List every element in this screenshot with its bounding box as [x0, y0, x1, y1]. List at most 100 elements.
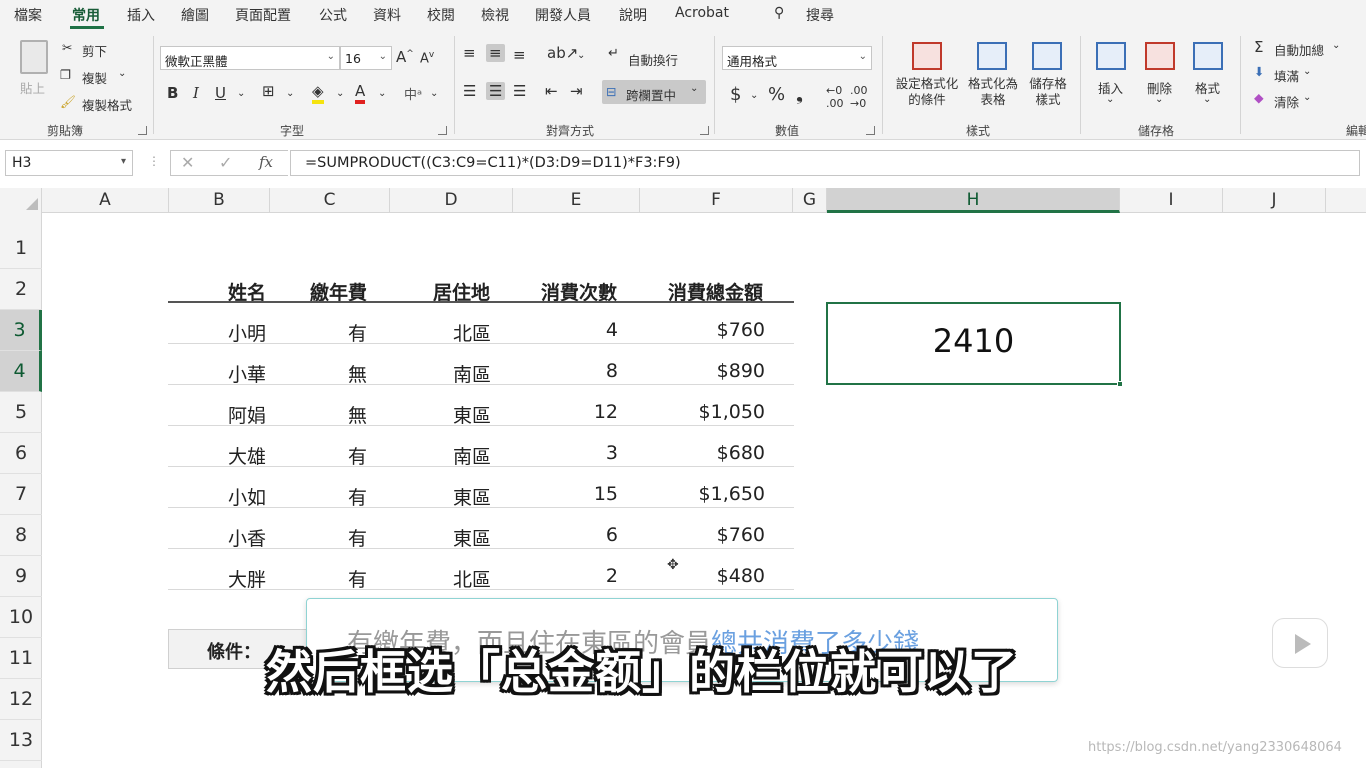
confirm-icon[interactable]: ✓: [219, 153, 232, 172]
cell-count[interactable]: 6: [560, 524, 618, 546]
percent-icon[interactable]: %: [768, 84, 785, 105]
increase-indent-icon[interactable]: ⇥: [570, 82, 583, 100]
currency-dropdown-icon[interactable]: ⌄: [750, 90, 758, 101]
tab-draw[interactable]: 繪圖: [181, 5, 209, 25]
cell-fee[interactable]: 有: [348, 565, 367, 592]
format-cells-icon[interactable]: [1193, 42, 1223, 70]
orientation-icon[interactable]: ab↗: [547, 44, 578, 62]
paste-button[interactable]: 貼上: [20, 78, 45, 97]
copy-button[interactable]: 複製: [82, 68, 107, 87]
copy-icon[interactable]: ❐: [60, 67, 71, 82]
fill-button[interactable]: 填滿: [1274, 66, 1299, 85]
underline-dropdown-icon[interactable]: ⌄: [237, 88, 245, 99]
cell-count[interactable]: 12: [560, 401, 618, 423]
cell-fee[interactable]: 有: [348, 483, 367, 510]
cell-count[interactable]: 2: [560, 565, 618, 587]
clipboard-launcher-icon[interactable]: [138, 126, 147, 135]
number-launcher-icon[interactable]: [866, 126, 875, 135]
font-color-dropdown-icon[interactable]: ⌄: [378, 88, 386, 99]
conditional-formatting-button[interactable]: 設定格式化的條件: [892, 76, 962, 108]
cell-amount[interactable]: $680: [665, 442, 765, 464]
cell-name[interactable]: 大胖: [228, 565, 266, 592]
row-header-1[interactable]: 1: [0, 228, 42, 269]
tab-insert[interactable]: 插入: [127, 5, 155, 25]
tab-acrobat[interactable]: Acrobat: [675, 5, 729, 21]
format-painter-icon[interactable]: 🖌: [60, 94, 76, 110]
column-header-b[interactable]: B: [169, 188, 270, 213]
video-play-button[interactable]: [1272, 618, 1328, 668]
font-color-icon[interactable]: A: [355, 82, 366, 104]
row-header-8[interactable]: 8: [0, 515, 42, 556]
row-header-6[interactable]: 6: [0, 433, 42, 474]
cell-amount[interactable]: $760: [665, 319, 765, 341]
phonetic-dropdown-icon[interactable]: ⌄: [430, 88, 438, 99]
tab-home[interactable]: 常用: [72, 5, 100, 25]
column-header-i[interactable]: I: [1120, 188, 1223, 213]
bold-button[interactable]: B: [167, 84, 178, 102]
cell-name[interactable]: 小香: [228, 524, 266, 551]
scissors-icon[interactable]: ✂: [62, 40, 72, 55]
alignment-launcher-icon[interactable]: [700, 126, 709, 135]
increase-decimal-icon[interactable]: ←0.00: [826, 84, 844, 110]
align-top-icon[interactable]: ≡: [463, 44, 476, 62]
row-header-3[interactable]: 3: [0, 310, 42, 351]
row-header-7[interactable]: 7: [0, 474, 42, 515]
eraser-icon[interactable]: ◆: [1254, 90, 1264, 105]
cell-count[interactable]: 15: [560, 483, 618, 505]
font-launcher-icon[interactable]: [438, 126, 447, 135]
cell-name[interactable]: 小如: [228, 483, 266, 510]
clear-dropdown-icon[interactable]: ⌄: [1303, 92, 1311, 103]
cell-count[interactable]: 3: [560, 442, 618, 464]
name-box[interactable]: H3 ▾: [5, 150, 133, 176]
fill-handle[interactable]: [1117, 381, 1123, 387]
column-header-e[interactable]: E: [513, 188, 640, 213]
tab-help[interactable]: 說明: [619, 5, 647, 25]
decrease-font-icon[interactable]: Av: [420, 50, 434, 66]
cell-name[interactable]: 大雄: [228, 442, 266, 469]
cell-area[interactable]: 東區: [453, 524, 491, 551]
insert-function-icon[interactable]: fx: [259, 153, 273, 171]
tab-review[interactable]: 校閱: [427, 5, 455, 25]
align-middle-icon[interactable]: ≡: [486, 44, 505, 62]
cell-name[interactable]: 小華: [228, 360, 266, 387]
decrease-indent-icon[interactable]: ⇤: [545, 82, 558, 100]
column-header-g[interactable]: G: [793, 188, 827, 213]
formula-input[interactable]: =SUMPRODUCT((C3:C9=C11)*(D3:D9=D11)*F3:F…: [290, 150, 1360, 176]
insert-cells-icon[interactable]: [1096, 42, 1126, 70]
merge-center-button[interactable]: ⊟ 跨欄置中 ⌄: [602, 80, 706, 104]
tab-page-layout[interactable]: 頁面配置: [235, 5, 291, 25]
cell-fee[interactable]: 無: [348, 360, 367, 387]
insert-dropdown-icon[interactable]: ⌄: [1106, 94, 1114, 105]
conditional-formatting-icon[interactable]: [912, 42, 942, 70]
format-painter-button[interactable]: 複製格式: [82, 95, 132, 114]
column-header-f[interactable]: F: [640, 188, 793, 213]
row-header-12[interactable]: 12: [0, 679, 42, 720]
cell-area[interactable]: 北區: [453, 319, 491, 346]
row-header-5[interactable]: 5: [0, 392, 42, 433]
cell-count[interactable]: 8: [560, 360, 618, 382]
clear-button[interactable]: 清除: [1274, 92, 1299, 111]
currency-icon[interactable]: $: [730, 84, 741, 105]
cell-fee[interactable]: 有: [348, 319, 367, 346]
cell-fee[interactable]: 有: [348, 442, 367, 469]
autosum-button[interactable]: 自動加總: [1274, 40, 1324, 59]
cell-fee[interactable]: 有: [348, 524, 367, 551]
tab-view[interactable]: 檢視: [481, 5, 509, 25]
tab-search[interactable]: 搜尋: [806, 5, 834, 25]
cell-area[interactable]: 北區: [453, 565, 491, 592]
align-left-icon[interactable]: ☰: [463, 82, 476, 100]
fill-dropdown-icon[interactable]: ⌄: [1303, 66, 1311, 77]
cell-amount[interactable]: $760: [665, 524, 765, 546]
fill-color-dropdown-icon[interactable]: ⌄: [336, 88, 344, 99]
cell-amount[interactable]: $890: [665, 360, 765, 382]
font-size-select[interactable]: 16 ⌄: [340, 46, 392, 70]
tab-data[interactable]: 資料: [373, 5, 401, 25]
cell-area[interactable]: 南區: [453, 442, 491, 469]
border-icon[interactable]: ⊞: [262, 82, 275, 100]
font-name-select[interactable]: 微軟正黑體 ⌄: [160, 46, 340, 70]
select-all-button[interactable]: [0, 188, 42, 213]
number-format-select[interactable]: 通用格式 ⌄: [722, 46, 872, 70]
border-dropdown-icon[interactable]: ⌄: [286, 88, 294, 99]
cell-fee[interactable]: 無: [348, 401, 367, 428]
fill-color-icon[interactable]: ◈: [312, 82, 324, 104]
